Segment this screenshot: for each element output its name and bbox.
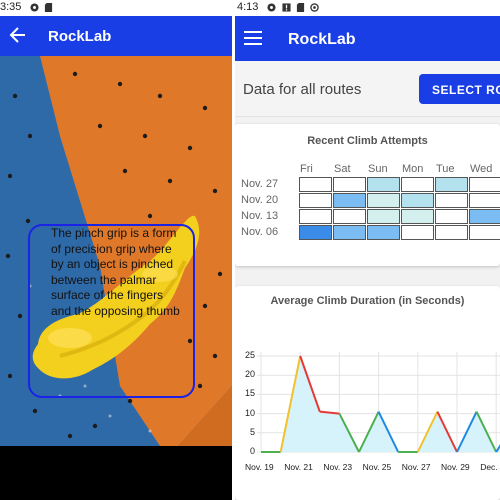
heatmap-week-label: Nov. 27 [241, 178, 279, 190]
route-scope-label: Data for all routes [243, 81, 362, 98]
sd-card-status-icon [296, 3, 305, 12]
heatmap-cell [299, 225, 332, 240]
heatmap-day-label: Wed [470, 163, 493, 175]
chart-x-tick: Nov. 21 [284, 462, 313, 472]
chart-x-tick: Nov. 23 [323, 462, 353, 472]
heatmap-day-label: Sat [334, 163, 351, 175]
chart-y-tick: 5 [249, 426, 255, 437]
heatmap-day-label: Mon [402, 163, 424, 175]
chart-y-tick: 10 [244, 407, 255, 418]
heatmap-title: Recent Climb Attempts [307, 135, 428, 147]
heatmap-week-label: Nov. 20 [241, 194, 279, 206]
heatmap-cell [435, 177, 468, 192]
heatmap-cell [299, 177, 332, 192]
heatmap-cell [435, 193, 468, 208]
heatmap-cell [435, 225, 468, 240]
chart-line-segment [495, 444, 500, 453]
settings-status-icon [30, 3, 39, 12]
settings-status-icon [267, 3, 276, 12]
app-title: RockLab [288, 31, 356, 48]
app-bar: RockLab [0, 16, 232, 56]
heatmap-cell [299, 209, 332, 224]
app-title: RockLab [48, 28, 112, 45]
heatmap-cell [469, 225, 500, 240]
heatmap-cell [367, 193, 400, 208]
heatmap-cell [435, 209, 468, 224]
chart-y-tick: 25 [244, 350, 255, 360]
grip-hint-text: The pinch grip is a form of precision gr… [51, 226, 180, 318]
status-time: 4:13 [237, 1, 259, 13]
heatmap-cell [401, 193, 434, 208]
heatmap-cell [367, 225, 400, 240]
heatmap-cell [333, 177, 366, 192]
sd-card-status-icon [44, 3, 53, 12]
status-bar: 4:13 [235, 0, 500, 16]
heatmap-cell [333, 193, 366, 208]
heatmap-cell [299, 193, 332, 208]
right-phone-screen: 4:13 RockLab Data for all routes SELECT … [235, 0, 500, 500]
back-arrow-icon[interactable] [9, 24, 27, 46]
heatmap-day-label: Sun [368, 163, 388, 175]
heatmap-cell [401, 225, 434, 240]
chart-x-tick: Nov. 29 [441, 462, 470, 472]
heatmap-week-label: Nov. 13 [241, 210, 279, 222]
chart-y-tick: 20 [244, 369, 255, 380]
route-filter-bar: Data for all routes SELECT ROUTE [235, 61, 500, 117]
heatmap-day-label: Fri [300, 163, 313, 175]
chart-x-tick: Nov. 19 [245, 462, 274, 472]
heatmap-cell [401, 209, 434, 224]
heatmap-cell [333, 209, 366, 224]
heatmap-week-label: Nov. 06 [241, 226, 279, 238]
chart-x-tick: Nov. 25 [362, 462, 392, 472]
status-time: 3:35 [0, 1, 22, 13]
warning-status-icon [282, 3, 291, 12]
left-phone-screen: 3:35 RockLab The pinch grip is a form of… [0, 0, 232, 500]
app-bar: RockLab [235, 16, 500, 61]
status-bar: 3:35 [0, 0, 232, 16]
bottom-area [0, 446, 232, 500]
sync-status-icon [310, 3, 319, 12]
heatmap-cell [367, 177, 400, 192]
heatmap-cell [469, 209, 500, 224]
heatmap-cell [469, 177, 500, 192]
heatmap-day-label: Tue [436, 163, 455, 175]
hamburger-menu-icon[interactable] [244, 31, 262, 45]
chart-y-tick: 15 [244, 388, 255, 399]
chart-x-tick: Nov. 27 [401, 462, 431, 472]
heatmap-cell [469, 193, 500, 208]
heatmap-cell [333, 225, 366, 240]
select-route-button[interactable]: SELECT ROUTE [419, 74, 500, 104]
heatmap-cell [401, 177, 434, 192]
chart-y-tick: 0 [249, 446, 255, 456]
heatmap-cell [367, 209, 400, 224]
chart-x-tick: Dec. 01 [480, 462, 500, 472]
